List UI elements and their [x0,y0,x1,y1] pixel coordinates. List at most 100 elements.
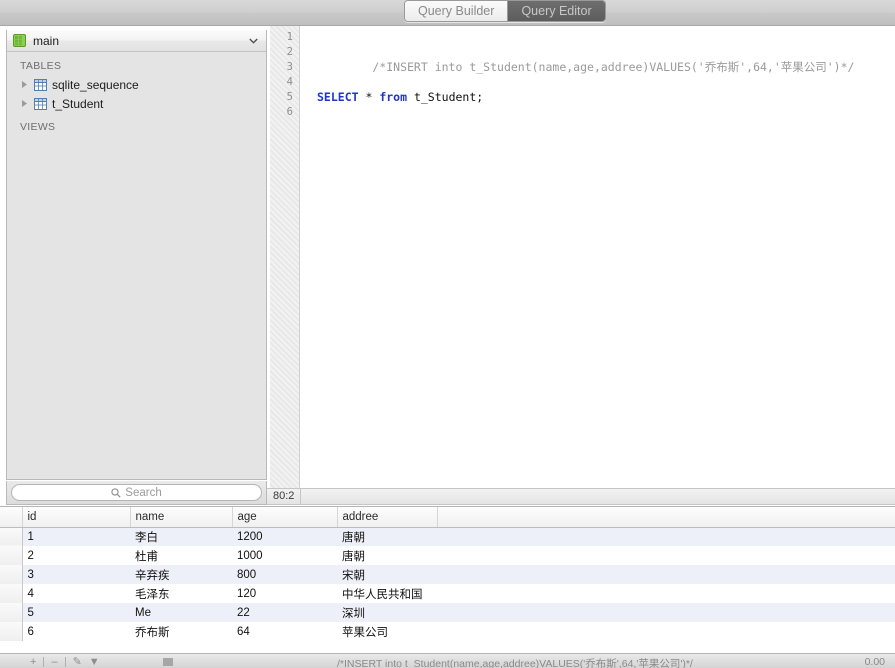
table-row[interactable]: 2 杜甫 1000 唐朝 [0,546,895,565]
row-number-header [0,507,22,527]
status-message: /*INSERT into t_Student(name,age,addree)… [337,656,693,668]
cell-addree[interactable]: 苹果公司 [337,622,437,641]
toolbar-divider [43,657,44,667]
search-icon [111,488,121,498]
object-tree: TABLES sqlite_sequence [7,52,266,136]
cell-empty [437,565,895,584]
sidebar-search-bar: Search [6,481,267,505]
disclosure-triangle-icon[interactable] [20,80,29,89]
cell-name[interactable]: Me [130,603,232,622]
cell-age[interactable]: 1000 [232,546,337,565]
line-number-gutter: 1 2 3 4 5 6 [270,26,300,488]
tab-query-editor[interactable]: Query Editor [508,1,604,21]
row-selector[interactable] [0,546,22,565]
section-header-views: VIEWS [7,113,266,136]
sql-editor-pane[interactable]: 1 2 3 4 5 6 /*INSERT into t_Student(name… [270,26,895,488]
cell-id[interactable]: 4 [22,584,130,603]
sql-comment-token: /*INSERT into t_Student(name,age,addree)… [372,60,854,74]
app-window: Query Builder Query Editor main TABLES [0,0,895,668]
line-number: 5 [270,90,299,105]
cell-addree[interactable]: 中华人民共和国 [337,584,437,603]
column-header-id[interactable]: id [22,507,130,527]
bottom-toolbar: + – ✎ ▼ /*INSERT into t_Student(name,age… [0,653,895,668]
editor-status-bar: 80:2 [267,488,895,505]
search-placeholder: Search [125,487,161,499]
toolbar-divider [65,657,66,667]
search-input[interactable]: Search [11,484,262,501]
top-toolbar: Query Builder Query Editor [0,0,895,26]
cell-name[interactable]: 辛弃疾 [130,565,232,584]
cell-id[interactable]: 1 [22,527,130,546]
add-row-button[interactable]: + [30,656,36,668]
cell-addree[interactable]: 深圳 [337,603,437,622]
column-header-age[interactable]: age [232,507,337,527]
cell-id[interactable]: 6 [22,622,130,641]
tree-item-sqlite-sequence[interactable]: sqlite_sequence [7,75,266,94]
line-number: 3 [270,60,299,75]
cell-empty [437,622,895,641]
results-grid[interactable]: id name age addree 1 李白 1200 唐朝 [0,506,895,653]
table-icon [34,79,47,91]
row-selector[interactable] [0,527,22,546]
line-number: 6 [270,105,299,120]
cell-empty [437,603,895,622]
cell-age[interactable]: 1200 [232,527,337,546]
tree-item-label: t_Student [52,97,103,111]
line-number: 1 [270,30,299,45]
column-header-empty [437,507,895,527]
cell-addree[interactable]: 唐朝 [337,527,437,546]
view-mode-segmented-control[interactable]: Query Builder Query Editor [404,0,606,22]
cell-name[interactable]: 乔布斯 [130,622,232,641]
cell-name[interactable]: 毛泽东 [130,584,232,603]
cell-addree[interactable]: 宋朝 [337,565,437,584]
disclosure-triangle-icon[interactable] [20,99,29,108]
tab-query-builder[interactable]: Query Builder [405,1,508,21]
code-line-5: SELECT * from t_Student; [317,90,895,105]
cell-age[interactable]: 64 [232,622,337,641]
cell-empty [437,584,895,603]
options-button[interactable]: ▼ [89,656,100,668]
table-row[interactable]: 1 李白 1200 唐朝 [0,527,895,546]
chevron-down-icon[interactable] [249,38,258,44]
row-selector[interactable] [0,584,22,603]
column-header-name[interactable]: name [130,507,232,527]
code-line-2: /*INSERT into t_Student(name,age,addree)… [317,45,895,60]
cell-id[interactable]: 3 [22,565,130,584]
record-controls: + – ✎ ▼ [30,656,100,668]
tree-item-label: sqlite_sequence [52,78,139,92]
table-row[interactable]: 3 辛弃疾 800 宋朝 [0,565,895,584]
sql-code-area[interactable]: /*INSERT into t_Student(name,age,addree)… [301,26,895,488]
edit-row-button[interactable]: ✎ [73,656,82,668]
section-header-tables: TABLES [7,58,266,75]
database-selector[interactable]: main [7,30,266,52]
cell-name[interactable]: 杜甫 [130,546,232,565]
sql-keyword-select: SELECT [317,90,359,104]
row-selector[interactable] [0,565,22,584]
sidebar: main TABLES sqlite_sequence [6,30,267,480]
cell-empty [437,527,895,546]
sql-keyword-from: from [379,90,407,104]
stop-button[interactable] [163,658,173,666]
results-table: id name age addree 1 李白 1200 唐朝 [0,507,895,641]
row-selector[interactable] [0,603,22,622]
tree-item-t-student[interactable]: t_Student [7,94,266,113]
code-line-1 [317,30,895,45]
row-selector[interactable] [0,622,22,641]
cell-addree[interactable]: 唐朝 [337,546,437,565]
cell-id[interactable]: 5 [22,603,130,622]
table-body: 1 李白 1200 唐朝 2 杜甫 1000 唐朝 3 辛弃 [0,527,895,641]
table-row[interactable]: 4 毛泽东 120 中华人民共和国 [0,584,895,603]
cell-age[interactable]: 120 [232,584,337,603]
table-header-row: id name age addree [0,507,895,527]
cell-age[interactable]: 22 [232,603,337,622]
code-line-6 [317,105,895,120]
remove-row-button[interactable]: – [51,656,57,668]
cell-age[interactable]: 800 [232,565,337,584]
column-header-addree[interactable]: addree [337,507,437,527]
line-number: 2 [270,45,299,60]
table-row[interactable]: 5 Me 22 深圳 [0,603,895,622]
table-row[interactable]: 6 乔布斯 64 苹果公司 [0,622,895,641]
database-icon [13,34,26,47]
cell-name[interactable]: 李白 [130,527,232,546]
cell-id[interactable]: 2 [22,546,130,565]
